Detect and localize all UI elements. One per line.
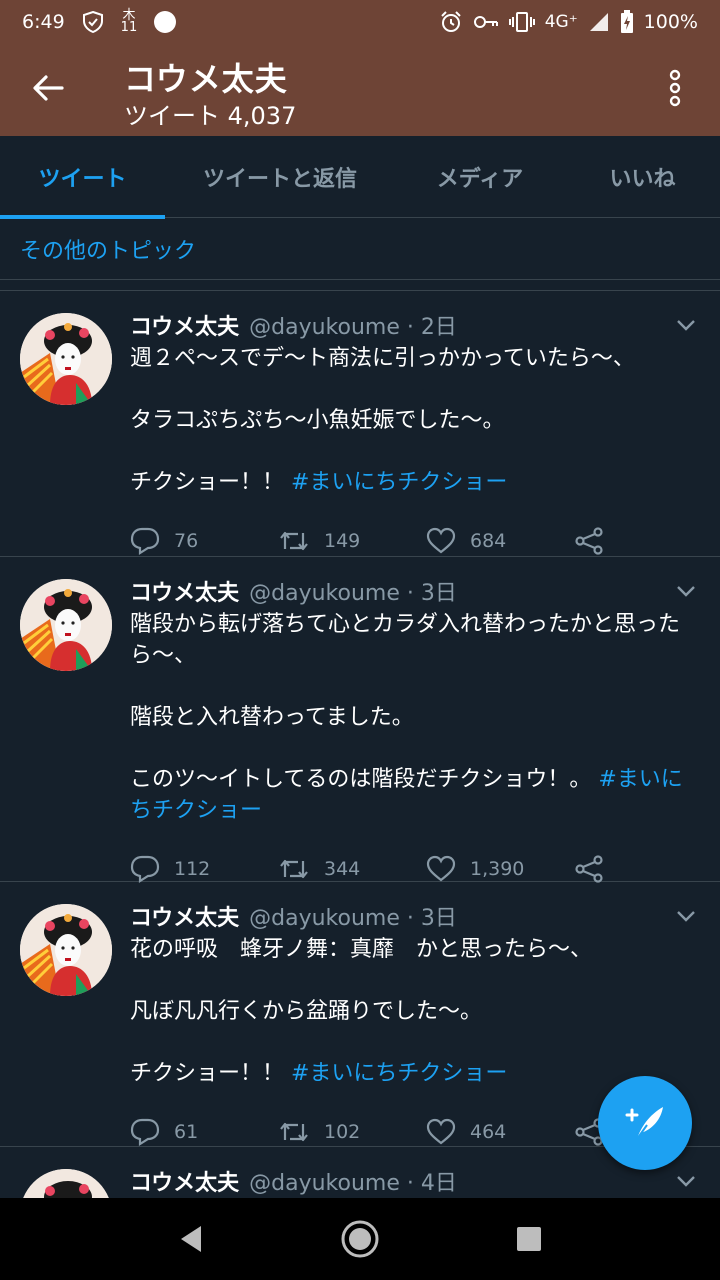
system-navigation-bar: [0, 1198, 720, 1280]
tweet-count: ツイート 4,037: [124, 102, 297, 130]
tweet-text: 花の呼吸 蜂牙ノ舞：真靡 かと思ったら〜、 凡ぼ凡凡行くから盆踊りでした〜。 チ…: [130, 934, 700, 1089]
retweet-icon: [280, 859, 308, 879]
alarm-icon: [439, 10, 463, 34]
like-button[interactable]: 464: [426, 1118, 574, 1146]
battery-charging-icon: [620, 10, 634, 34]
tweet-item[interactable]: コウメ太夫 @dayukoume · 3日 階段から転げ落ちて心とカラダ入れ替わ…: [0, 557, 720, 883]
tweet-handle-time: @dayukoume · 3日: [249, 906, 457, 931]
retweet-button[interactable]: 149: [278, 529, 426, 553]
like-count: 464: [470, 1121, 507, 1143]
hashtag-link[interactable]: #まいにちチクショー: [291, 1061, 507, 1086]
retweet-icon: [280, 531, 308, 551]
like-count: 684: [470, 530, 507, 552]
share-button[interactable]: [574, 527, 618, 555]
chevron-down-icon[interactable]: [674, 313, 698, 337]
reply-count: 112: [174, 858, 211, 880]
avatar[interactable]: [20, 904, 112, 996]
status-bar: 6:49 木 11 4G⁺ 100%: [0, 0, 720, 44]
battery-level: 100%: [643, 11, 698, 33]
retweet-button[interactable]: 344: [278, 857, 426, 881]
retweet-count: 102: [324, 1121, 361, 1143]
comment-icon: [130, 855, 160, 883]
heart-icon: [426, 855, 456, 882]
arrow-left-icon: [33, 75, 64, 101]
retweet-button[interactable]: 102: [278, 1120, 426, 1144]
like-button[interactable]: 684: [426, 527, 574, 555]
compose-tweet-icon: [625, 1107, 663, 1140]
tweet-author-name[interactable]: コウメ太夫: [130, 575, 239, 607]
reply-button[interactable]: 61: [130, 1118, 278, 1146]
reply-button[interactable]: 76: [130, 527, 278, 555]
comment-icon: [130, 527, 160, 555]
tweet-author-name[interactable]: コウメ太夫: [130, 309, 239, 341]
heart-icon: [426, 527, 456, 554]
calendar-day: 11: [120, 20, 138, 35]
tweet-body: 階段から転げ落ちて心とカラダ入れ替わったかと思ったら〜、 階段と入れ替わってまし…: [130, 612, 681, 792]
avatar[interactable]: [20, 1169, 112, 1198]
chevron-down-icon[interactable]: [674, 904, 698, 928]
share-button[interactable]: [574, 855, 618, 883]
like-count: 1,390: [470, 858, 525, 880]
heart-icon: [426, 1118, 456, 1145]
vibrate-icon: [508, 10, 535, 34]
profile-tabs: ツイート ツイートと返信 メディア いいね: [0, 136, 720, 219]
signal-icon: [588, 10, 610, 34]
tweet-header: コウメ太夫 @dayukoume · 3日: [130, 900, 700, 932]
chevron-down-icon[interactable]: [674, 1169, 698, 1193]
tab-tweets[interactable]: ツイート: [0, 136, 165, 219]
avatar[interactable]: [20, 579, 112, 671]
tweet-header: コウメ太夫 @dayukoume · 4日: [130, 1165, 700, 1197]
calendar-icon: 木 11: [120, 9, 138, 35]
avatar[interactable]: [20, 313, 112, 405]
profile-header: コウメ太夫 ツイート 4,037: [0, 44, 720, 136]
tweet-handle-time: @dayukoume · 4日: [249, 1171, 457, 1196]
compose-tweet-button[interactable]: [598, 1076, 692, 1170]
hashtag-link[interactable]: #まいにちチクショー: [291, 470, 507, 495]
tweet-item[interactable]: コウメ太夫 @dayukoume · 2日 週２ペ〜スでデ〜ト商法に引っかかって…: [0, 291, 720, 557]
tweet-text: 階段から転げ落ちて心とカラダ入れ替わったかと思ったら〜、 階段と入れ替わってまし…: [130, 609, 700, 826]
tab-media[interactable]: メディア: [395, 136, 565, 218]
like-button[interactable]: 1,390: [426, 855, 574, 883]
share-icon: [575, 527, 603, 555]
retweet-count: 344: [324, 858, 361, 880]
chevron-down-icon[interactable]: [674, 579, 698, 603]
tweet-text: 週２ペ〜スでデ〜ト商法に引っかかっていたら〜、 タラコぷちぷち〜小魚妊娠でした〜…: [130, 343, 700, 498]
nav-recents-icon[interactable]: [515, 1225, 543, 1253]
retweet-count: 149: [324, 530, 361, 552]
tweet-author-name[interactable]: コウメ太夫: [130, 900, 239, 932]
reply-count: 76: [174, 530, 199, 552]
tab-likes[interactable]: いいね: [565, 136, 720, 218]
nav-back-icon[interactable]: [177, 1224, 205, 1254]
other-topics-link[interactable]: その他のトピック: [0, 218, 720, 280]
more-options-button[interactable]: [660, 66, 690, 110]
tweet-handle-time: @dayukoume · 3日: [249, 581, 457, 606]
page-title: コウメ太夫: [124, 60, 288, 98]
retweet-icon: [280, 1122, 308, 1142]
tweet-author-name[interactable]: コウメ太夫: [130, 1165, 239, 1197]
notification-dot-icon: [153, 10, 177, 34]
vpn-shield-icon: [81, 10, 105, 34]
share-icon: [575, 855, 603, 883]
network-type: 4G⁺: [544, 12, 578, 32]
tweet-header: コウメ太夫 @dayukoume · 3日: [130, 575, 700, 607]
back-button[interactable]: [26, 66, 70, 110]
tweet-list[interactable]: コウメ太夫 @dayukoume · 2日 週２ペ〜スでデ〜ト商法に引っかかって…: [0, 290, 720, 1198]
tweet-handle-time: @dayukoume · 2日: [249, 315, 457, 340]
status-time: 6:49: [22, 11, 65, 33]
comment-icon: [130, 1118, 160, 1146]
reply-button[interactable]: 112: [130, 855, 278, 883]
tab-tweets-and-replies[interactable]: ツイートと返信: [165, 136, 395, 218]
more-vertical-icon: [669, 69, 681, 107]
reply-count: 61: [174, 1121, 199, 1143]
tweet-header: コウメ太夫 @dayukoume · 2日: [130, 309, 700, 341]
nav-home-icon[interactable]: [340, 1219, 380, 1259]
key-icon: [473, 10, 499, 34]
